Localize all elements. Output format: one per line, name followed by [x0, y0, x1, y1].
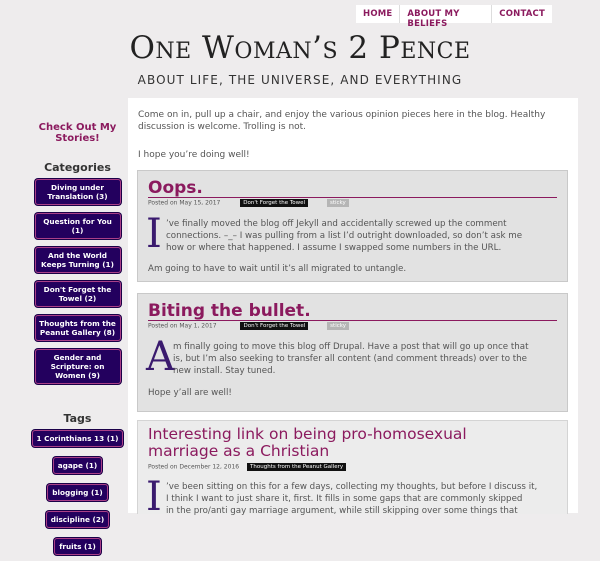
site-tagline: ABOUT LIFE, THE UNIVERSE, AND EVERYTHING [137, 73, 463, 87]
nav-home-link[interactable]: HOME [356, 5, 401, 23]
nav-about-link[interactable]: ABOUT MY BELIEFS [400, 5, 493, 29]
sidebar: Check Out My Stories! Categories Diving … [30, 122, 125, 561]
drop-cap: I [146, 474, 162, 520]
post-text-line: in the pro/anti gay marriage argument, w… [166, 506, 518, 516]
post-title[interactable]: Oops. [148, 178, 203, 198]
tags-heading: Tags [63, 412, 92, 425]
category-button[interactable]: And the World Keeps Turning (1) [34, 247, 121, 273]
post-text-line: is, but I’m also seeking to transfer all… [173, 354, 528, 364]
post-text-line: new install. Stay tuned. [173, 366, 276, 376]
post-card: Interesting link on being pro-homosexual… [137, 420, 568, 520]
sticky-badge: sticky [327, 322, 349, 330]
post-text-line: m finally going to move this blog off Dr… [173, 342, 529, 352]
intro-greeting: I hope you’re doing well! [138, 150, 250, 160]
post-meta: Posted on May 1, 2017 Don't Forget the T… [148, 322, 349, 330]
category-badge[interactable]: Thoughts from the Peanut Gallery [247, 463, 347, 471]
site-title[interactable]: One Woman’s 2 Pence [0, 30, 600, 66]
nav-contact-link[interactable]: CONTACT [492, 5, 552, 23]
top-nav: HOME ABOUT MY BELIEFS CONTACT [356, 5, 552, 29]
post-date: Posted on May 15, 2017 [148, 199, 221, 207]
sticky-badge: sticky [326, 199, 349, 207]
main-content: Come on in, pull up a chair, and enjoy t… [128, 98, 578, 520]
category-button[interactable]: Question for You (1) [34, 213, 121, 239]
post-text-para: Am going to have to wait until it’s all … [148, 264, 407, 274]
category-button[interactable]: Gender and Scripture: on Women (9) [34, 349, 121, 384]
post-title[interactable]: Interesting link on being pro-homosexual… [148, 426, 528, 460]
tag-button[interactable]: agape (1) [52, 457, 103, 474]
tag-button[interactable]: 1 Corinthians 13 (1) [31, 430, 124, 447]
tag-button[interactable]: fruits (1) [54, 538, 101, 555]
category-badge[interactable]: Don't Forget the Towel [240, 322, 309, 330]
tag-button[interactable]: discipline (2) [45, 511, 110, 528]
post-title[interactable]: Biting the bullet. [148, 301, 311, 321]
intro-text: Come on in, pull up a chair, and enjoy t… [138, 110, 546, 132]
category-button[interactable]: Diving under Translation (3) [34, 179, 121, 205]
category-button[interactable]: Thoughts from the Peanut Gallery (8) [34, 315, 121, 341]
category-badge[interactable]: Don't Forget the Towel [240, 199, 309, 207]
post-text-line: connections. –_– I was pulling from a li… [166, 231, 523, 241]
post-text-para: Hope y’all are well! [148, 388, 232, 398]
post-card: Oops. Posted on May 15, 2017 Don't Forge… [137, 170, 568, 282]
drop-cap: A [146, 334, 175, 380]
post-card: Biting the bullet. Posted on May 1, 2017… [137, 293, 568, 412]
post-text-line: ’ve finally moved the blog off Jekyll an… [166, 219, 507, 229]
post-meta: Posted on December 12, 2016 Thoughts fro… [148, 463, 347, 471]
drop-cap: I [146, 211, 162, 257]
post-text-line: ’ve been sitting on this for a few days,… [166, 482, 538, 492]
post-text-line: I think I want to just share it, first. … [166, 494, 523, 504]
title-rule [148, 197, 557, 198]
title-rule [148, 320, 557, 321]
post-text-line: how or where that happened. I assume I s… [166, 243, 502, 253]
post-date: Posted on December 12, 2016 [148, 463, 240, 471]
category-button[interactable]: Don't Forget the Towel (2) [34, 281, 121, 307]
tag-button[interactable]: blogging (1) [47, 484, 108, 501]
stories-link[interactable]: Check Out My Stories! [30, 122, 125, 144]
categories-heading: Categories [44, 161, 111, 174]
post-meta: Posted on May 15, 2017 Don't Forget the … [148, 199, 349, 207]
post-date: Posted on May 1, 2017 [148, 322, 217, 330]
